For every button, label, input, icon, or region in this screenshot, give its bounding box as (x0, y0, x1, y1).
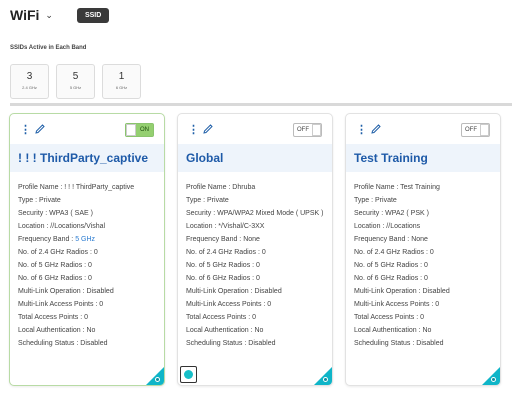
toggle-knob (480, 124, 489, 136)
stat-value: 5 (72, 71, 79, 82)
prop-radios-5: No. of 5 GHz Radios : 0 (18, 262, 92, 269)
stat-label: 6 GHz (115, 85, 128, 90)
prop-local-auth: Local Authentication : No (354, 327, 432, 334)
divider (10, 103, 512, 106)
section-label: SSIDs Active in Each Band (10, 45, 87, 51)
more-menu-icon[interactable]: ⋮ (356, 123, 367, 136)
edit-icon[interactable] (34, 123, 46, 135)
prop-location: Location : //Locations (354, 223, 421, 230)
edit-icon[interactable] (202, 123, 214, 135)
prop-frequency-band: Frequency Band : None (354, 236, 428, 243)
prop-radios-5: No. of 5 GHz Radios : 0 (186, 262, 260, 269)
prop-scheduling: Scheduling Status : Disabled (18, 340, 108, 347)
stat-2-4ghz: 3 2.4 GHz (10, 64, 49, 99)
prop-profile-name: Profile Name : ! ! ! ThirdParty_captive (18, 184, 135, 191)
prop-scheduling: Scheduling Status : Disabled (186, 340, 276, 347)
card-name-bar: Test Training (346, 144, 500, 172)
card-title[interactable]: Global (186, 151, 223, 165)
ssid-card[interactable]: ⋮ OFF Test Training Profile Name : Test … (345, 113, 501, 386)
prop-local-auth: Local Authentication : No (186, 327, 264, 334)
prop-mlo-aps: Multi-Link Access Points : 0 (18, 301, 104, 308)
card-properties: Profile Name : Dhruba Type : Private Sec… (178, 172, 332, 350)
chevron-down-icon[interactable]: ⌄ (45, 10, 53, 21)
stat-5ghz: 5 5 GHz (56, 64, 95, 99)
enable-toggle[interactable]: OFF (293, 123, 322, 137)
prop-security: Security : WPA/WPA2 Mixed Mode ( UPSK ) (186, 210, 324, 217)
card-toolbar: ⋮ OFF (346, 114, 500, 144)
prop-mlo: Multi-Link Operation : Disabled (186, 288, 282, 295)
prop-radios-2-4: No. of 2.4 GHz Radios : 0 (18, 249, 98, 256)
card-title[interactable]: ! ! ! ThirdParty_captive (18, 151, 148, 165)
card-properties: Profile Name : ! ! ! ThirdParty_captive … (10, 172, 164, 350)
prop-type: Type : Private (354, 197, 397, 204)
card-properties: Profile Name : Test Training Type : Priv… (346, 172, 500, 350)
prop-radios-2-4: No. of 2.4 GHz Radios : 0 (186, 249, 266, 256)
band-stats: 3 2.4 GHz 5 5 GHz 1 6 GHz (10, 64, 141, 99)
prop-profile-name: Profile Name : Dhruba (186, 184, 256, 191)
more-menu-icon[interactable]: ⋮ (188, 123, 199, 136)
prop-scheduling: Scheduling Status : Disabled (354, 340, 444, 347)
page-title: WiFi (10, 7, 40, 23)
card-toolbar: ⋮ OFF (178, 114, 332, 144)
corner-dot-icon (491, 377, 496, 382)
toggle-label: OFF (297, 127, 309, 133)
prop-total-aps: Total Access Points : 0 (18, 314, 89, 321)
card-title[interactable]: Test Training (354, 151, 428, 165)
prop-mlo: Multi-Link Operation : Disabled (18, 288, 114, 295)
stat-label: 5 GHz (69, 85, 82, 90)
prop-radios-6: No. of 6 GHz Radios : 0 (186, 275, 260, 282)
select-all-checkbox[interactable] (180, 366, 197, 383)
prop-security: Security : WPA3 ( SAE ) (18, 210, 93, 217)
enable-toggle[interactable]: ON (125, 123, 154, 137)
enable-toggle[interactable]: OFF (461, 123, 490, 137)
prop-local-auth: Local Authentication : No (18, 327, 96, 334)
card-name-bar: ! ! ! ThirdParty_captive (10, 144, 164, 172)
prop-mlo-aps: Multi-Link Access Points : 0 (186, 301, 272, 308)
toggle-label: ON (136, 124, 153, 136)
prop-radios-6: No. of 6 GHz Radios : 0 (354, 275, 428, 282)
corner-dot-icon (155, 377, 160, 382)
card-toolbar: ⋮ ON (10, 114, 164, 144)
more-menu-icon[interactable]: ⋮ (20, 123, 31, 136)
dot-icon (184, 370, 193, 379)
prop-frequency-label: Frequency Band : (18, 236, 76, 243)
corner-badge-icon (146, 367, 164, 385)
stat-value: 1 (118, 71, 125, 82)
toggle-knob (312, 124, 321, 136)
prop-frequency-band: Frequency Band : None (186, 236, 260, 243)
ssid-button[interactable]: SSID (76, 7, 110, 23)
prop-frequency-band: Frequency Band : 5 GHz (18, 233, 156, 246)
prop-total-aps: Total Access Points : 0 (354, 314, 425, 321)
prop-mlo-aps: Multi-Link Access Points : 0 (354, 301, 440, 308)
prop-location: Location : */Vishal/C-3XX (186, 223, 265, 230)
prop-mlo: Multi-Link Operation : Disabled (354, 288, 450, 295)
card-name-bar: Global (178, 144, 332, 172)
toggle-knob (126, 124, 136, 136)
corner-badge-icon (482, 367, 500, 385)
prop-radios-5: No. of 5 GHz Radios : 0 (354, 262, 428, 269)
header: WiFi ⌄ SSID (10, 7, 110, 23)
corner-dot-icon (323, 377, 328, 382)
stat-6ghz: 1 6 GHz (102, 64, 141, 99)
prop-location: Location : //Locations/Vishal (18, 223, 106, 230)
corner-badge-icon (314, 367, 332, 385)
prop-type: Type : Private (186, 197, 229, 204)
stat-label: 2.4 GHz (22, 85, 37, 90)
prop-security: Security : WPA2 ( PSK ) (354, 210, 429, 217)
edit-icon[interactable] (370, 123, 382, 135)
prop-profile-name: Profile Name : Test Training (354, 184, 440, 191)
prop-radios-6: No. of 6 GHz Radios : 0 (18, 275, 92, 282)
stat-value: 3 (26, 71, 33, 82)
frequency-link[interactable]: 5 GHz (75, 236, 95, 243)
ssid-card[interactable]: ⋮ OFF Global Profile Name : Dhruba Type … (177, 113, 333, 386)
prop-type: Type : Private (18, 197, 61, 204)
toggle-label: OFF (465, 127, 477, 133)
ssid-card[interactable]: ⋮ ON ! ! ! ThirdParty_captive Profile Na… (9, 113, 165, 386)
prop-radios-2-4: No. of 2.4 GHz Radios : 0 (354, 249, 434, 256)
prop-total-aps: Total Access Points : 0 (186, 314, 257, 321)
